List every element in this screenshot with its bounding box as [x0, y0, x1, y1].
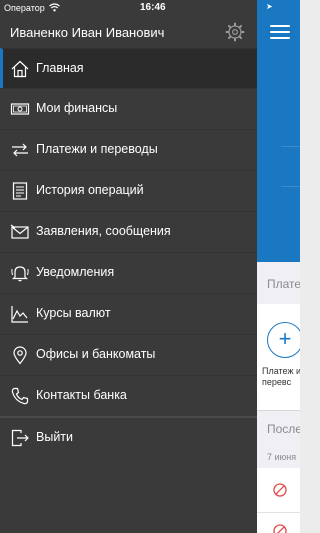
menu-item-messages[interactable]: Заявления, сообщения [0, 211, 257, 252]
add-payment-card[interactable]: + Платеж и перевс [257, 304, 300, 410]
menu-item-label: Выйти [36, 430, 74, 444]
date-label: 7 июня [267, 452, 297, 462]
list-item[interactable] [257, 468, 300, 513]
list-item[interactable] [257, 513, 300, 533]
menu-item-label: История операций [36, 183, 144, 197]
main-header: ➤ [257, 0, 300, 262]
history-icon [12, 182, 28, 200]
home-icon [11, 60, 29, 78]
user-name: Иваненко Иван Иванович [10, 25, 165, 40]
recent-section-header: После [257, 410, 300, 447]
blocked-icon [273, 524, 287, 533]
bell-icon [11, 266, 29, 282]
chart-icon [11, 306, 28, 323]
status-time: 16:46 [140, 2, 166, 13]
menu-item-payments[interactable]: Платежи и переводы [0, 129, 257, 170]
main-screen: ➤ Плате + Платеж и перевс После 7 июня [257, 0, 300, 533]
menu-item-label: Контакты банка [36, 388, 127, 402]
location-arrow-icon: ➤ [266, 2, 273, 11]
menu-item-logout[interactable]: Выйти [0, 418, 257, 458]
header-divider [281, 146, 300, 147]
plus-icon[interactable]: + [267, 322, 300, 358]
blocked-icon [273, 483, 287, 497]
payments-section-header: Плате [257, 262, 300, 305]
hamburger-icon[interactable] [270, 25, 290, 39]
menu-item-label: Курсы валют [36, 306, 111, 320]
menu-item-notifications[interactable]: Уведомления [0, 252, 257, 293]
status-bar: Оператор 16:46 [0, 0, 257, 16]
money-icon [10, 103, 30, 115]
map-pin-icon [13, 346, 27, 365]
menu-item-contacts[interactable]: Контакты банка [0, 375, 257, 416]
phone-icon [11, 387, 29, 405]
transfer-icon [12, 143, 28, 157]
date-header: 7 июня [257, 446, 300, 468]
header-divider [281, 186, 300, 187]
carrier-name: Оператор [4, 3, 45, 13]
gear-icon[interactable] [225, 22, 245, 42]
envelope-icon [10, 224, 29, 239]
side-menu: Оператор 16:46 Иваненко Иван Иванович Гл… [0, 0, 257, 533]
menu-item-rates[interactable]: Курсы валют [0, 293, 257, 334]
menu-item-history[interactable]: История операций [0, 170, 257, 211]
menu-item-label: Заявления, сообщения [36, 224, 171, 238]
menu-item-offices[interactable]: Офисы и банкоматы [0, 334, 257, 375]
menu-item-label: Уведомления [36, 265, 115, 279]
recent-section-title: После [267, 422, 300, 436]
menu-item-label: Платежи и переводы [36, 142, 158, 156]
menu-list: Главная Мои финансы Платежи и переводы И… [0, 48, 257, 458]
menu-item-label: Офисы и банкоматы [36, 347, 156, 361]
menu-item-finances[interactable]: Мои финансы [0, 88, 257, 129]
menu-item-home[interactable]: Главная [0, 48, 257, 88]
menu-item-label: Мои финансы [36, 101, 118, 115]
payments-section-title: Плате [267, 277, 300, 291]
logout-icon [11, 429, 29, 447]
wifi-icon [49, 3, 60, 12]
menu-item-label: Главная [36, 61, 84, 75]
add-payment-label: Платеж и перевс [262, 366, 300, 387]
